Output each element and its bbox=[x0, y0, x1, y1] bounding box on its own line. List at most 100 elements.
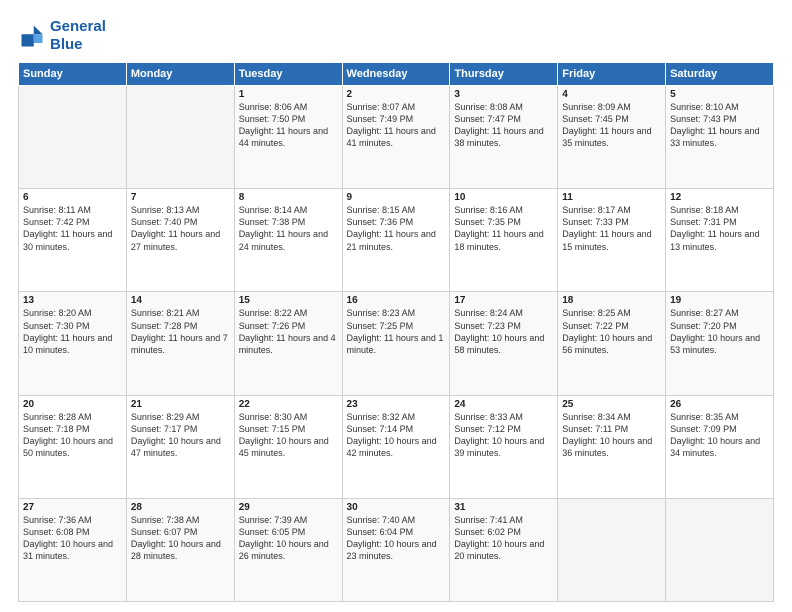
day-info: Sunrise: 8:14 AMSunset: 7:38 PMDaylight:… bbox=[239, 205, 328, 251]
week-row-5: 27 Sunrise: 7:36 AMSunset: 6:08 PMDayligh… bbox=[19, 498, 774, 601]
day-info: Sunrise: 8:22 AMSunset: 7:26 PMDaylight:… bbox=[239, 308, 336, 354]
day-number: 11 bbox=[562, 192, 661, 203]
day-info: Sunrise: 8:24 AMSunset: 7:23 PMDaylight:… bbox=[454, 308, 544, 354]
week-row-1: 1 Sunrise: 8:06 AMSunset: 7:50 PMDaylight… bbox=[19, 86, 774, 189]
day-info: Sunrise: 8:17 AMSunset: 7:33 PMDaylight:… bbox=[562, 205, 651, 251]
day-cell: 13 Sunrise: 8:20 AMSunset: 7:30 PMDayligh… bbox=[19, 292, 127, 395]
day-cell: 1 Sunrise: 8:06 AMSunset: 7:50 PMDaylight… bbox=[234, 86, 342, 189]
day-info: Sunrise: 7:40 AMSunset: 6:04 PMDaylight:… bbox=[347, 515, 437, 561]
logo: General Blue bbox=[18, 18, 106, 54]
logo-text: General Blue bbox=[50, 18, 106, 54]
day-number: 26 bbox=[670, 399, 769, 410]
day-number: 28 bbox=[131, 502, 230, 513]
day-cell: 24Sunrise: 8:33 AMSunset: 7:12 PMDayligh… bbox=[450, 395, 558, 498]
day-info: Sunrise: 7:39 AMSunset: 6:05 PMDaylight:… bbox=[239, 515, 329, 561]
day-cell: 9 Sunrise: 8:15 AMSunset: 7:36 PMDaylight… bbox=[342, 189, 450, 292]
day-cell: 25Sunrise: 8:34 AMSunset: 7:11 PMDayligh… bbox=[558, 395, 666, 498]
day-cell: 14 Sunrise: 8:21 AMSunset: 7:28 PMDayligh… bbox=[126, 292, 234, 395]
day-cell: 15Sunrise: 8:22 AMSunset: 7:26 PMDayligh… bbox=[234, 292, 342, 395]
day-info: Sunrise: 8:30 AMSunset: 7:15 PMDaylight:… bbox=[239, 412, 329, 458]
header-cell-wednesday: Wednesday bbox=[342, 63, 450, 86]
day-number: 19 bbox=[670, 295, 769, 306]
day-number: 1 bbox=[239, 89, 338, 100]
week-row-4: 20Sunrise: 8:28 AMSunset: 7:18 PMDayligh… bbox=[19, 395, 774, 498]
header-cell-monday: Monday bbox=[126, 63, 234, 86]
day-info: Sunrise: 7:38 AMSunset: 6:07 PMDaylight:… bbox=[131, 515, 221, 561]
day-number: 5 bbox=[670, 89, 769, 100]
day-number: 4 bbox=[562, 89, 661, 100]
day-number: 27 bbox=[23, 502, 122, 513]
week-row-3: 13 Sunrise: 8:20 AMSunset: 7:30 PMDayligh… bbox=[19, 292, 774, 395]
day-cell bbox=[666, 498, 774, 601]
day-number: 10 bbox=[454, 192, 553, 203]
day-cell: 30 Sunrise: 7:40 AMSunset: 6:04 PMDayligh… bbox=[342, 498, 450, 601]
day-info: Sunrise: 8:15 AMSunset: 7:36 PMDaylight:… bbox=[347, 205, 436, 251]
day-cell: 3 Sunrise: 8:08 AMSunset: 7:47 PMDaylight… bbox=[450, 86, 558, 189]
day-cell bbox=[126, 86, 234, 189]
day-cell: 28 Sunrise: 7:38 AMSunset: 6:07 PMDayligh… bbox=[126, 498, 234, 601]
day-number: 24 bbox=[454, 399, 553, 410]
day-info: Sunrise: 8:35 AMSunset: 7:09 PMDaylight:… bbox=[670, 412, 760, 458]
day-info: Sunrise: 8:07 AMSunset: 7:49 PMDaylight:… bbox=[347, 102, 436, 148]
day-cell: 8 Sunrise: 8:14 AMSunset: 7:38 PMDaylight… bbox=[234, 189, 342, 292]
day-number: 8 bbox=[239, 192, 338, 203]
day-cell: 4Sunrise: 8:09 AMSunset: 7:45 PMDaylight… bbox=[558, 86, 666, 189]
day-cell: 7 Sunrise: 8:13 AMSunset: 7:40 PMDaylight… bbox=[126, 189, 234, 292]
day-info: Sunrise: 8:27 AMSunset: 7:20 PMDaylight:… bbox=[670, 308, 760, 354]
day-cell: 27 Sunrise: 7:36 AMSunset: 6:08 PMDayligh… bbox=[19, 498, 127, 601]
day-info: Sunrise: 8:10 AMSunset: 7:43 PMDaylight:… bbox=[670, 102, 759, 148]
day-cell: 23Sunrise: 8:32 AMSunset: 7:14 PMDayligh… bbox=[342, 395, 450, 498]
day-info: Sunrise: 7:41 AMSunset: 6:02 PMDaylight:… bbox=[454, 515, 544, 561]
day-info: Sunrise: 8:32 AMSunset: 7:14 PMDaylight:… bbox=[347, 412, 437, 458]
day-number: 6 bbox=[23, 192, 122, 203]
day-info: Sunrise: 8:34 AMSunset: 7:11 PMDaylight:… bbox=[562, 412, 652, 458]
day-number: 3 bbox=[454, 89, 553, 100]
logo-icon bbox=[18, 22, 46, 50]
day-cell: 16 Sunrise: 8:23 AMSunset: 7:25 PMDayligh… bbox=[342, 292, 450, 395]
day-cell: 26 Sunrise: 8:35 AMSunset: 7:09 PMDayligh… bbox=[666, 395, 774, 498]
week-row-2: 6 Sunrise: 8:11 AMSunset: 7:42 PMDaylight… bbox=[19, 189, 774, 292]
day-cell: 21Sunrise: 8:29 AMSunset: 7:17 PMDayligh… bbox=[126, 395, 234, 498]
day-number: 17 bbox=[454, 295, 553, 306]
day-info: Sunrise: 8:11 AMSunset: 7:42 PMDaylight:… bbox=[23, 205, 112, 251]
day-info: Sunrise: 8:21 AMSunset: 7:28 PMDaylight:… bbox=[131, 308, 228, 354]
day-info: Sunrise: 8:28 AMSunset: 7:18 PMDaylight:… bbox=[23, 412, 113, 458]
day-cell: 17 Sunrise: 8:24 AMSunset: 7:23 PMDayligh… bbox=[450, 292, 558, 395]
day-info: Sunrise: 8:08 AMSunset: 7:47 PMDaylight:… bbox=[454, 102, 543, 148]
day-number: 18 bbox=[562, 295, 661, 306]
day-info: Sunrise: 7:36 AMSunset: 6:08 PMDaylight:… bbox=[23, 515, 113, 561]
day-cell bbox=[558, 498, 666, 601]
day-cell: 11 Sunrise: 8:17 AMSunset: 7:33 PMDayligh… bbox=[558, 189, 666, 292]
header-cell-thursday: Thursday bbox=[450, 63, 558, 86]
day-cell bbox=[19, 86, 127, 189]
day-cell: 6 Sunrise: 8:11 AMSunset: 7:42 PMDaylight… bbox=[19, 189, 127, 292]
calendar-page: General Blue SundayMondayTuesdayWednesda… bbox=[0, 0, 792, 612]
day-number: 30 bbox=[347, 502, 446, 513]
day-cell: 2 Sunrise: 8:07 AMSunset: 7:49 PMDaylight… bbox=[342, 86, 450, 189]
day-cell: 22 Sunrise: 8:30 AMSunset: 7:15 PMDayligh… bbox=[234, 395, 342, 498]
day-info: Sunrise: 8:13 AMSunset: 7:40 PMDaylight:… bbox=[131, 205, 220, 251]
day-cell: 10 Sunrise: 8:16 AMSunset: 7:35 PMDayligh… bbox=[450, 189, 558, 292]
day-cell: 18 Sunrise: 8:25 AMSunset: 7:22 PMDayligh… bbox=[558, 292, 666, 395]
day-number: 22 bbox=[239, 399, 338, 410]
day-number: 7 bbox=[131, 192, 230, 203]
day-number: 14 bbox=[131, 295, 230, 306]
day-info: Sunrise: 8:06 AMSunset: 7:50 PMDaylight:… bbox=[239, 102, 328, 148]
day-info: Sunrise: 8:23 AMSunset: 7:25 PMDaylight:… bbox=[347, 308, 444, 354]
header-cell-tuesday: Tuesday bbox=[234, 63, 342, 86]
day-number: 2 bbox=[347, 89, 446, 100]
day-cell: 20Sunrise: 8:28 AMSunset: 7:18 PMDayligh… bbox=[19, 395, 127, 498]
day-info: Sunrise: 8:29 AMSunset: 7:17 PMDaylight:… bbox=[131, 412, 221, 458]
day-info: Sunrise: 8:20 AMSunset: 7:30 PMDaylight:… bbox=[23, 308, 112, 354]
day-info: Sunrise: 8:16 AMSunset: 7:35 PMDaylight:… bbox=[454, 205, 543, 251]
day-number: 31 bbox=[454, 502, 553, 513]
day-info: Sunrise: 8:18 AMSunset: 7:31 PMDaylight:… bbox=[670, 205, 759, 251]
day-info: Sunrise: 8:25 AMSunset: 7:22 PMDaylight:… bbox=[562, 308, 652, 354]
day-number: 12 bbox=[670, 192, 769, 203]
day-number: 9 bbox=[347, 192, 446, 203]
day-cell: 12 Sunrise: 8:18 AMSunset: 7:31 PMDayligh… bbox=[666, 189, 774, 292]
header-cell-sunday: Sunday bbox=[19, 63, 127, 86]
day-number: 16 bbox=[347, 295, 446, 306]
day-number: 13 bbox=[23, 295, 122, 306]
header-cell-friday: Friday bbox=[558, 63, 666, 86]
